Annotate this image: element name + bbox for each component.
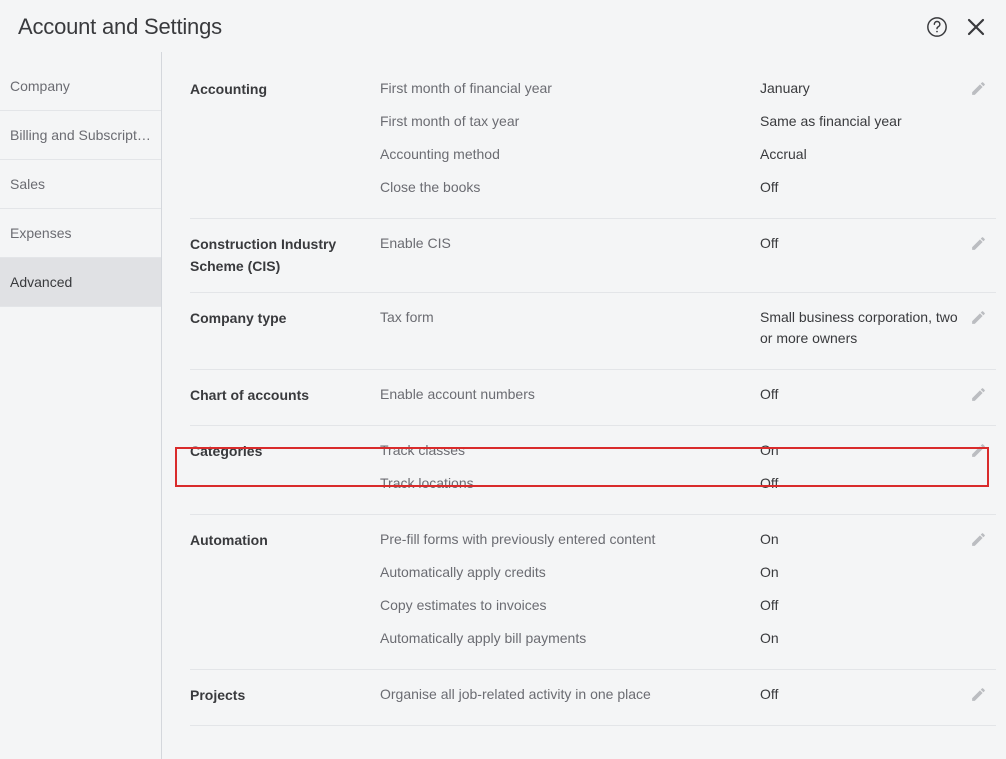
section-title: Chart of accounts [190,384,380,411]
row-label: Enable account numbers [380,384,760,405]
row-label: First month of tax year [380,111,760,132]
row-value: Same as financial year [760,111,960,132]
edit-col [960,384,996,411]
edit-col [960,529,996,655]
setting-row: Accounting method Accrual [380,138,960,171]
setting-row: Enable CIS Off [380,233,960,260]
page-header: Account and Settings [0,0,1006,52]
edit-col [960,307,996,355]
setting-row: Organise all job-related activity in one… [380,684,960,711]
row-label: Tax form [380,307,760,328]
sidebar-item-advanced[interactable]: Advanced [0,258,161,307]
section-categories: Categories Track classes On Track locati… [190,426,996,515]
section-title: Company type [190,307,380,355]
pencil-icon[interactable] [970,386,987,403]
pencil-icon[interactable] [970,235,987,252]
setting-row: Pre-fill forms with previously entered c… [380,529,960,556]
setting-row: Close the books Off [380,171,960,204]
pencil-icon[interactable] [970,442,987,459]
close-icon[interactable] [964,15,988,39]
section-company-type: Company type Tax form Small business cor… [190,293,996,370]
row-value: On [760,562,960,583]
section-title: Projects [190,684,380,711]
row-label: Copy estimates to invoices [380,595,760,616]
setting-row: Track classes On [380,440,960,467]
row-value: Off [760,384,960,405]
sidebar-item-sales[interactable]: Sales [0,160,161,209]
section-rows: Enable CIS Off [380,233,960,278]
row-label: Accounting method [380,144,760,165]
row-value: Off [760,233,960,254]
section-title: Categories [190,440,380,500]
setting-row: Copy estimates to invoices Off [380,589,960,622]
setting-row: Tax form Small business corporation, two… [380,307,960,355]
setting-row: Automatically apply bill payments On [380,622,960,655]
section-rows: First month of financial year January Fi… [380,78,960,204]
row-label: Automatically apply credits [380,562,760,583]
row-label: Track classes [380,440,760,461]
row-label: First month of financial year [380,78,760,99]
section-accounting: Accounting First month of financial year… [190,78,996,219]
row-value: Off [760,595,960,616]
sidebar: Company Billing and Subscription Sales E… [0,52,162,759]
row-label: Enable CIS [380,233,760,254]
section-rows: Track classes On Track locations Off [380,440,960,500]
page-title: Account and Settings [18,14,222,40]
pencil-icon[interactable] [970,531,987,548]
pencil-icon[interactable] [970,686,987,703]
row-label: Automatically apply bill payments [380,628,760,649]
section-projects: Projects Organise all job-related activi… [190,670,996,726]
setting-row: Track locations Off [380,467,960,500]
section-cis: Construction Industry Scheme (CIS) Enabl… [190,219,996,293]
section-rows: Pre-fill forms with previously entered c… [380,529,960,655]
sidebar-item-expenses[interactable]: Expenses [0,209,161,258]
section-automation: Automation Pre-fill forms with previousl… [190,515,996,670]
layout: Company Billing and Subscription Sales E… [0,52,1006,759]
section-title: Accounting [190,78,380,204]
section-title: Automation [190,529,380,655]
section-rows: Enable account numbers Off [380,384,960,411]
row-value: Off [760,177,960,198]
edit-col [960,440,996,500]
row-value: On [760,529,960,550]
setting-row: First month of tax year Same as financia… [380,105,960,138]
edit-col [960,684,996,711]
row-value: On [760,628,960,649]
sidebar-item-company[interactable]: Company [0,62,161,111]
pencil-icon[interactable] [970,80,987,97]
help-icon[interactable] [926,16,948,38]
edit-col [960,233,996,278]
row-value: January [760,78,960,99]
header-icons [926,15,988,39]
row-label: Close the books [380,177,760,198]
sidebar-item-billing[interactable]: Billing and Subscription [0,111,161,160]
row-value: On [760,440,960,461]
row-label: Track locations [380,473,760,494]
setting-row: Automatically apply credits On [380,556,960,589]
section-rows: Organise all job-related activity in one… [380,684,960,711]
setting-row: Enable account numbers Off [380,384,960,411]
setting-row: First month of financial year January [380,78,960,105]
row-value: Small business corporation, two or more … [760,307,960,349]
row-value: Off [760,684,960,705]
row-value: Off [760,473,960,494]
edit-col [960,78,996,204]
section-title: Construction Industry Scheme (CIS) [190,233,380,278]
row-value: Accrual [760,144,960,165]
row-label: Pre-fill forms with previously entered c… [380,529,760,550]
section-rows: Tax form Small business corporation, two… [380,307,960,355]
section-chart-of-accounts: Chart of accounts Enable account numbers… [190,370,996,426]
row-label: Organise all job-related activity in one… [380,684,760,705]
content: Accounting First month of financial year… [162,52,1006,759]
pencil-icon[interactable] [970,309,987,326]
